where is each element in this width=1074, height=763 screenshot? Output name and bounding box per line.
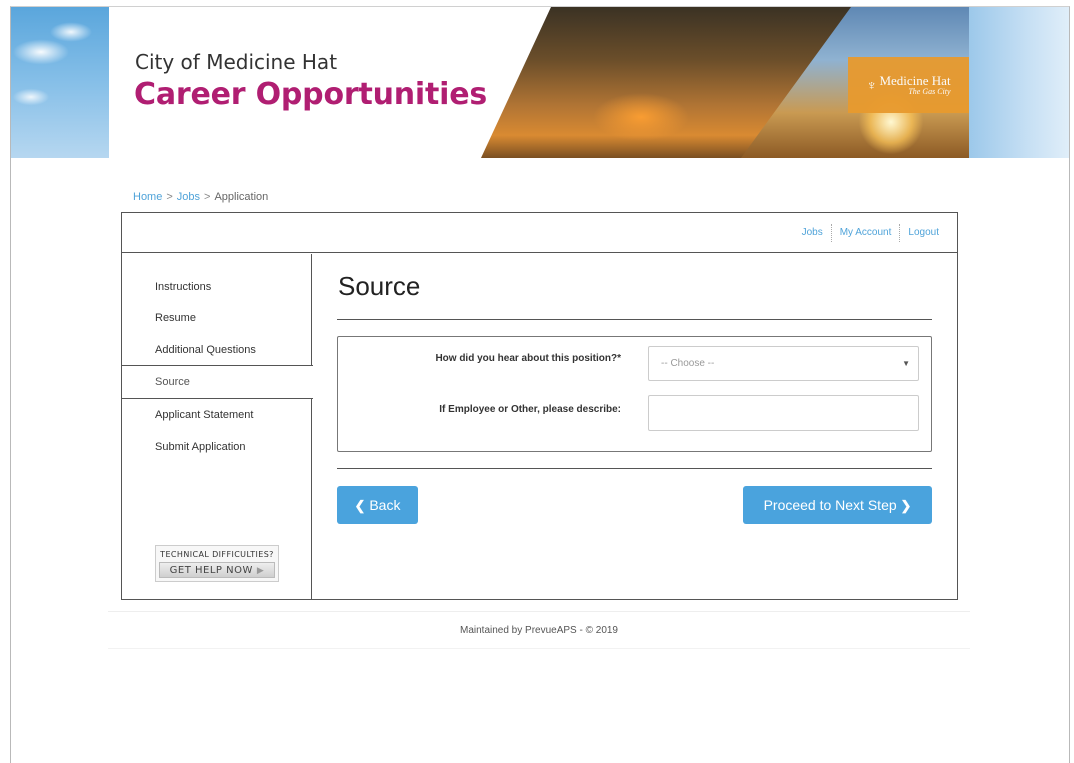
sidebar-item-additional-questions[interactable]: Additional Questions: [122, 343, 312, 357]
site-title: City of Medicine Hat: [135, 50, 338, 74]
steps-sidebar: Instructions Resume Additional Questions…: [122, 254, 313, 599]
divider: [337, 468, 932, 469]
page-title: Source: [338, 271, 421, 301]
back-button[interactable]: ❮ Back: [337, 486, 418, 524]
source-select-value: -- Choose --: [661, 358, 715, 369]
breadcrumb-home[interactable]: Home: [133, 191, 162, 203]
chevron-right-icon: ❯: [900, 498, 912, 513]
sidebar-item-instructions[interactable]: Instructions: [122, 280, 312, 294]
sidebar-item-source[interactable]: Source: [122, 365, 313, 399]
help-caption: TECHNICAL DIFFICULTIES?: [160, 550, 274, 559]
sidebar-item-applicant-statement[interactable]: Applicant Statement: [122, 408, 312, 422]
sky-image-right: [969, 7, 1069, 158]
logo-line2: The Gas City: [908, 87, 951, 96]
breadcrumb-separator: >: [204, 191, 211, 203]
back-button-label: Back: [369, 497, 401, 513]
breadcrumb-jobs[interactable]: Jobs: [177, 191, 200, 203]
breadcrumb: Home > Jobs > Application: [133, 191, 268, 203]
nav-my-account-link[interactable]: My Account: [832, 223, 900, 243]
source-select[interactable]: -- Choose -- ▼: [648, 346, 919, 381]
breadcrumb-separator: >: [166, 191, 173, 203]
application-panel: Jobs My Account Logout Instructions Resu…: [121, 212, 958, 600]
source-field-label: How did you hear about this position?*: [435, 353, 621, 364]
chevron-right-icon: ▶: [256, 566, 265, 576]
source-form: How did you hear about this position?* -…: [337, 336, 932, 452]
logo-line1: Medicine Hat: [879, 73, 951, 88]
help-action: GET HELP NOW ▶: [159, 562, 275, 578]
describe-input[interactable]: [648, 395, 919, 431]
sky-image-left: [11, 7, 109, 158]
page-footer: Maintained by PrevueAPS - © 2019: [108, 611, 970, 649]
sidebar-item-resume[interactable]: Resume: [122, 311, 312, 325]
help-action-label: GET HELP NOW: [169, 565, 253, 576]
caret-down-icon: ▼: [902, 359, 910, 368]
site-subtitle: Career Opportunities: [134, 77, 488, 112]
sidebar-item-submit-application[interactable]: Submit Application: [122, 440, 312, 454]
top-nav: Jobs My Account Logout: [122, 213, 957, 253]
proceed-next-step-button[interactable]: Proceed to Next Step ❯: [743, 486, 932, 524]
main-content: Source How did you hear about this posit…: [337, 254, 932, 599]
describe-field-label: If Employee or Other, please describe:: [439, 404, 621, 415]
get-help-button[interactable]: TECHNICAL DIFFICULTIES? GET HELP NOW ▶: [155, 545, 279, 582]
nav-jobs-link[interactable]: Jobs: [794, 223, 831, 243]
divider: [337, 319, 932, 320]
chevron-left-icon: ❮: [354, 498, 366, 513]
nav-logout-link[interactable]: Logout: [900, 223, 947, 243]
city-logo: ♆ Medicine Hat The Gas City: [848, 57, 969, 113]
next-button-label: Proceed to Next Step: [763, 497, 897, 513]
tower-icon: ♆: [866, 77, 877, 93]
breadcrumb-current: Application: [214, 191, 269, 203]
